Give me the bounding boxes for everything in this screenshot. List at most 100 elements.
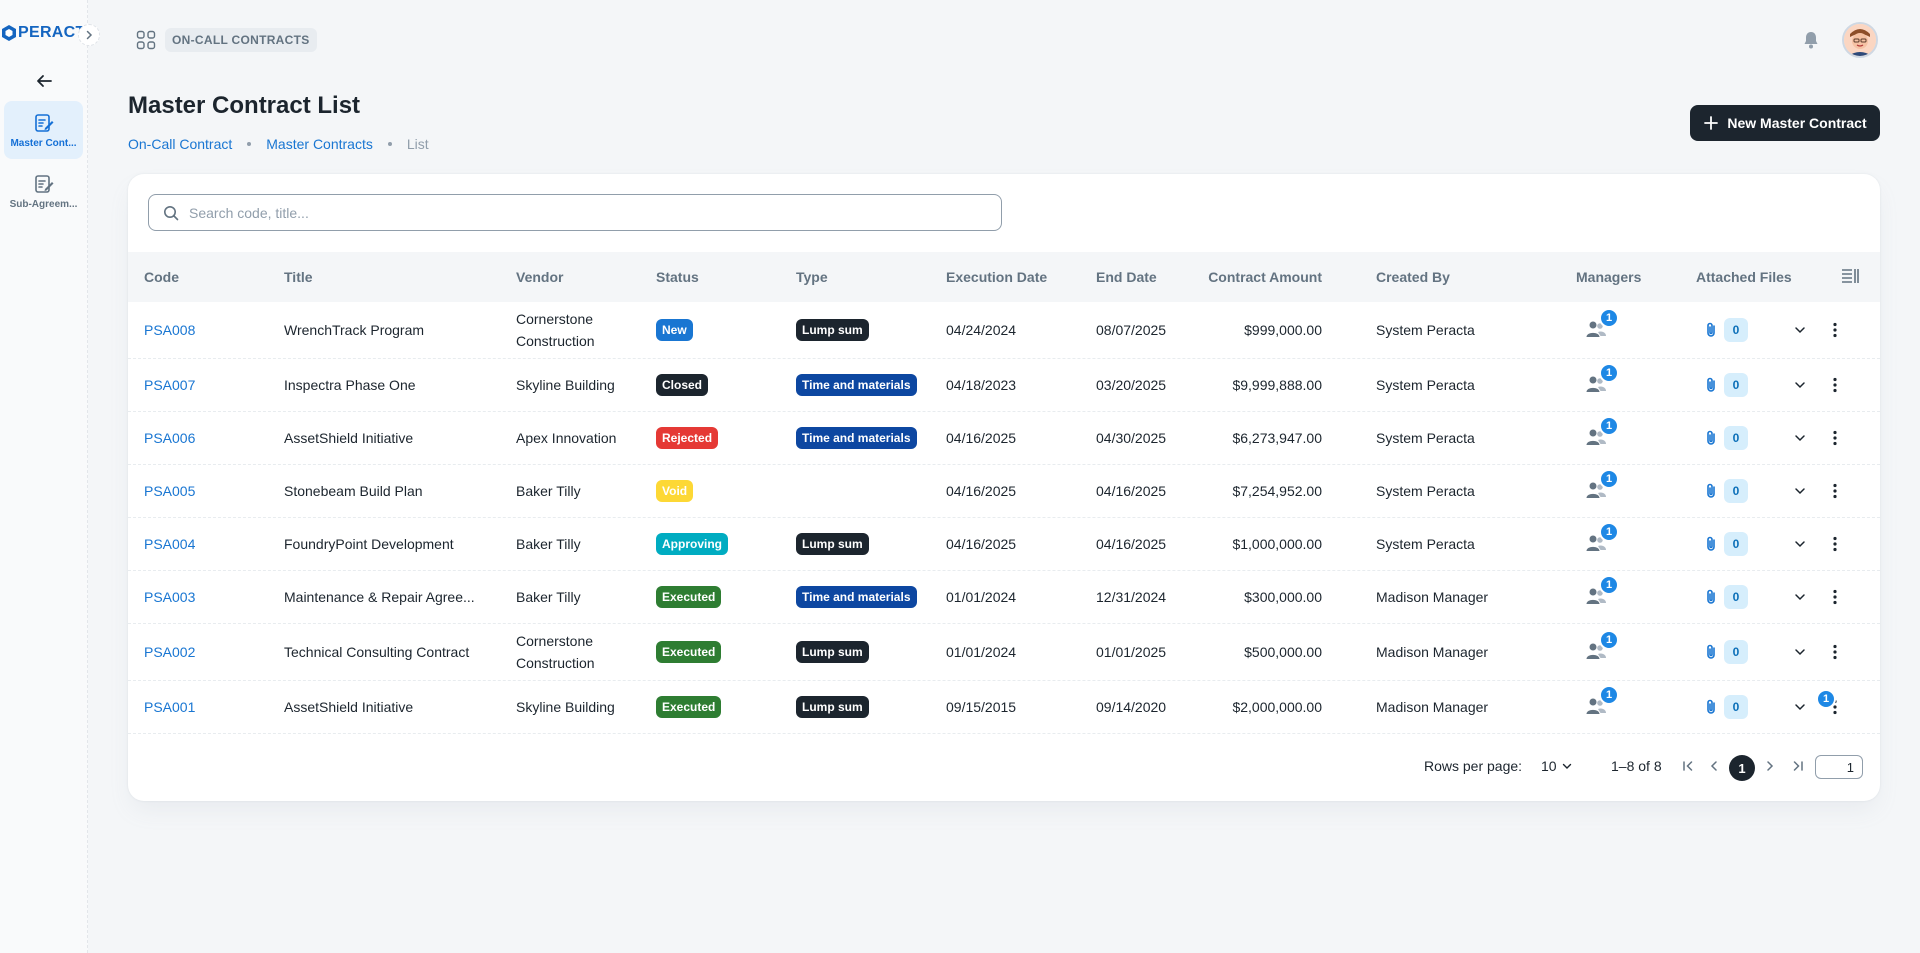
breadcrumb-on-call-contract[interactable]: On-Call Contract: [128, 136, 232, 152]
table-row[interactable]: PSA008 WrenchTrack Program Cornerstone Con…: [128, 302, 1880, 359]
apps-grid-icon[interactable]: [136, 30, 156, 50]
managers-button[interactable]: 1: [1585, 522, 1619, 556]
attached-files-button[interactable]: 0: [1704, 640, 1748, 664]
files-cell[interactable]: 0: [1704, 302, 1748, 358]
bell-icon[interactable]: [1801, 30, 1821, 50]
managers-button[interactable]: 1: [1585, 469, 1619, 503]
status-badge: Closed: [656, 374, 709, 396]
column-header-execution-date[interactable]: Execution Date: [946, 252, 1047, 302]
contract-code-link[interactable]: PSA007: [144, 359, 195, 411]
execution-date: 04/16/2025: [946, 483, 1017, 499]
avatar[interactable]: [1842, 22, 1878, 58]
contract-code-link[interactable]: PSA001: [144, 681, 195, 733]
managers-cell[interactable]: 1: [1585, 518, 1619, 570]
column-header-title[interactable]: Title: [284, 252, 313, 302]
managers-cell[interactable]: 1: [1585, 302, 1619, 358]
table-row[interactable]: PSA004 FoundryPoint Development Baker Till…: [128, 518, 1880, 571]
attached-files-button[interactable]: 0: [1704, 373, 1748, 397]
previous-page-button[interactable]: [1703, 755, 1725, 777]
page-jump-input[interactable]: [1815, 755, 1863, 779]
column-header-created-by[interactable]: Created By: [1376, 252, 1450, 302]
attached-files-button[interactable]: 0: [1704, 695, 1748, 719]
column-header-contract-amount[interactable]: Contract Amount: [1206, 252, 1322, 302]
sidebar-item-master-contracts[interactable]: Master Cont...: [4, 101, 83, 159]
attached-files-button[interactable]: 0: [1704, 318, 1748, 342]
files-count: 0: [1724, 373, 1748, 397]
table-row[interactable]: PSA005 Stonebeam Build Plan Baker Tilly Voi…: [128, 465, 1880, 518]
attached-files-button[interactable]: 0: [1704, 426, 1748, 450]
breadcrumb-master-contracts[interactable]: Master Contracts: [266, 136, 373, 152]
expand-row-button[interactable]: [1789, 681, 1811, 733]
column-header-code[interactable]: Code: [144, 252, 179, 302]
row-more-button[interactable]: [1824, 359, 1846, 411]
table-row[interactable]: PSA003 Maintenance & Repair Agree... Baker…: [128, 571, 1880, 624]
managers-button[interactable]: 1: [1585, 630, 1619, 664]
last-page-button[interactable]: [1787, 755, 1809, 777]
paperclip-icon: [1707, 699, 1715, 714]
row-more-button[interactable]: [1824, 412, 1846, 464]
files-cell[interactable]: 0: [1704, 465, 1748, 517]
column-header-status[interactable]: Status: [656, 252, 699, 302]
attached-files-button[interactable]: 0: [1704, 585, 1748, 609]
expand-row-button[interactable]: [1789, 571, 1811, 623]
files-cell[interactable]: 0: [1704, 571, 1748, 623]
contract-code-link[interactable]: PSA006: [144, 412, 195, 464]
files-cell[interactable]: 0: [1704, 624, 1748, 680]
row-more-button[interactable]: [1824, 624, 1846, 680]
more-vertical-icon: [1833, 483, 1837, 499]
sidebar-collapse-button[interactable]: [78, 24, 100, 46]
managers-cell[interactable]: 1: [1585, 624, 1619, 680]
contract-code-link[interactable]: PSA008: [144, 302, 195, 358]
managers-button[interactable]: 1: [1585, 416, 1619, 450]
attached-files-button[interactable]: 0: [1704, 532, 1748, 556]
files-cell[interactable]: 0: [1704, 412, 1748, 464]
expand-row-button[interactable]: [1789, 302, 1811, 358]
table-row[interactable]: PSA002 Technical Consulting Contract Corne…: [128, 624, 1880, 681]
managers-cell[interactable]: 1: [1585, 359, 1619, 411]
managers-button[interactable]: 1: [1585, 308, 1619, 342]
managers-cell[interactable]: 1: [1585, 571, 1619, 623]
attached-files-button[interactable]: 0: [1704, 479, 1748, 503]
contract-code-link[interactable]: PSA003: [144, 571, 195, 623]
managers-cell[interactable]: 1: [1585, 412, 1619, 464]
contract-code-link[interactable]: PSA005: [144, 465, 195, 517]
expand-row-button[interactable]: [1789, 624, 1811, 680]
created-by: System Peracta: [1376, 322, 1475, 338]
module-chip[interactable]: ON-CALL CONTRACTS: [165, 28, 317, 52]
column-settings-icon[interactable]: [1840, 266, 1860, 286]
column-header-type[interactable]: Type: [796, 252, 828, 302]
current-page-button[interactable]: 1: [1729, 755, 1755, 781]
expand-row-button[interactable]: [1789, 465, 1811, 517]
back-button[interactable]: [30, 70, 58, 92]
managers-button[interactable]: 1: [1585, 685, 1619, 719]
new-master-contract-button[interactable]: New Master Contract: [1690, 105, 1880, 141]
first-page-button[interactable]: [1677, 755, 1699, 777]
managers-cell[interactable]: 1: [1585, 465, 1619, 517]
table-row[interactable]: PSA007 Inspectra Phase One Skyline Buildin…: [128, 359, 1880, 412]
managers-button[interactable]: 1: [1585, 575, 1619, 609]
logo[interactable]: PERACT: [2, 24, 86, 42]
row-more-button[interactable]: [1824, 571, 1846, 623]
column-header-end-date[interactable]: End Date: [1096, 252, 1157, 302]
expand-row-button[interactable]: [1789, 518, 1811, 570]
sidebar-item-sub-agreements[interactable]: Sub-Agreem...: [4, 162, 83, 220]
files-cell[interactable]: 0: [1704, 359, 1748, 411]
row-more-button[interactable]: [1824, 302, 1846, 358]
contract-code-link[interactable]: PSA004: [144, 518, 195, 570]
files-cell[interactable]: 0: [1704, 518, 1748, 570]
row-more-button[interactable]: [1824, 465, 1846, 517]
managers-button[interactable]: 1: [1585, 363, 1619, 397]
expand-row-button[interactable]: [1789, 359, 1811, 411]
column-header-vendor[interactable]: Vendor: [516, 252, 563, 302]
table-row[interactable]: PSA006 AssetShield Initiative Apex Innovat…: [128, 412, 1880, 465]
expand-row-button[interactable]: [1789, 412, 1811, 464]
search-box[interactable]: [148, 194, 1002, 231]
next-page-button[interactable]: [1759, 755, 1781, 777]
search-input[interactable]: [189, 204, 969, 221]
managers-cell[interactable]: 1: [1585, 681, 1619, 733]
table-row[interactable]: PSA001 AssetShield Initiative Skyline Buil…: [128, 681, 1880, 734]
files-cell[interactable]: 0: [1704, 681, 1748, 733]
contract-code-link[interactable]: PSA002: [144, 624, 195, 680]
rows-per-page-select[interactable]: 10: [1541, 758, 1573, 774]
row-more-button[interactable]: [1824, 518, 1846, 570]
